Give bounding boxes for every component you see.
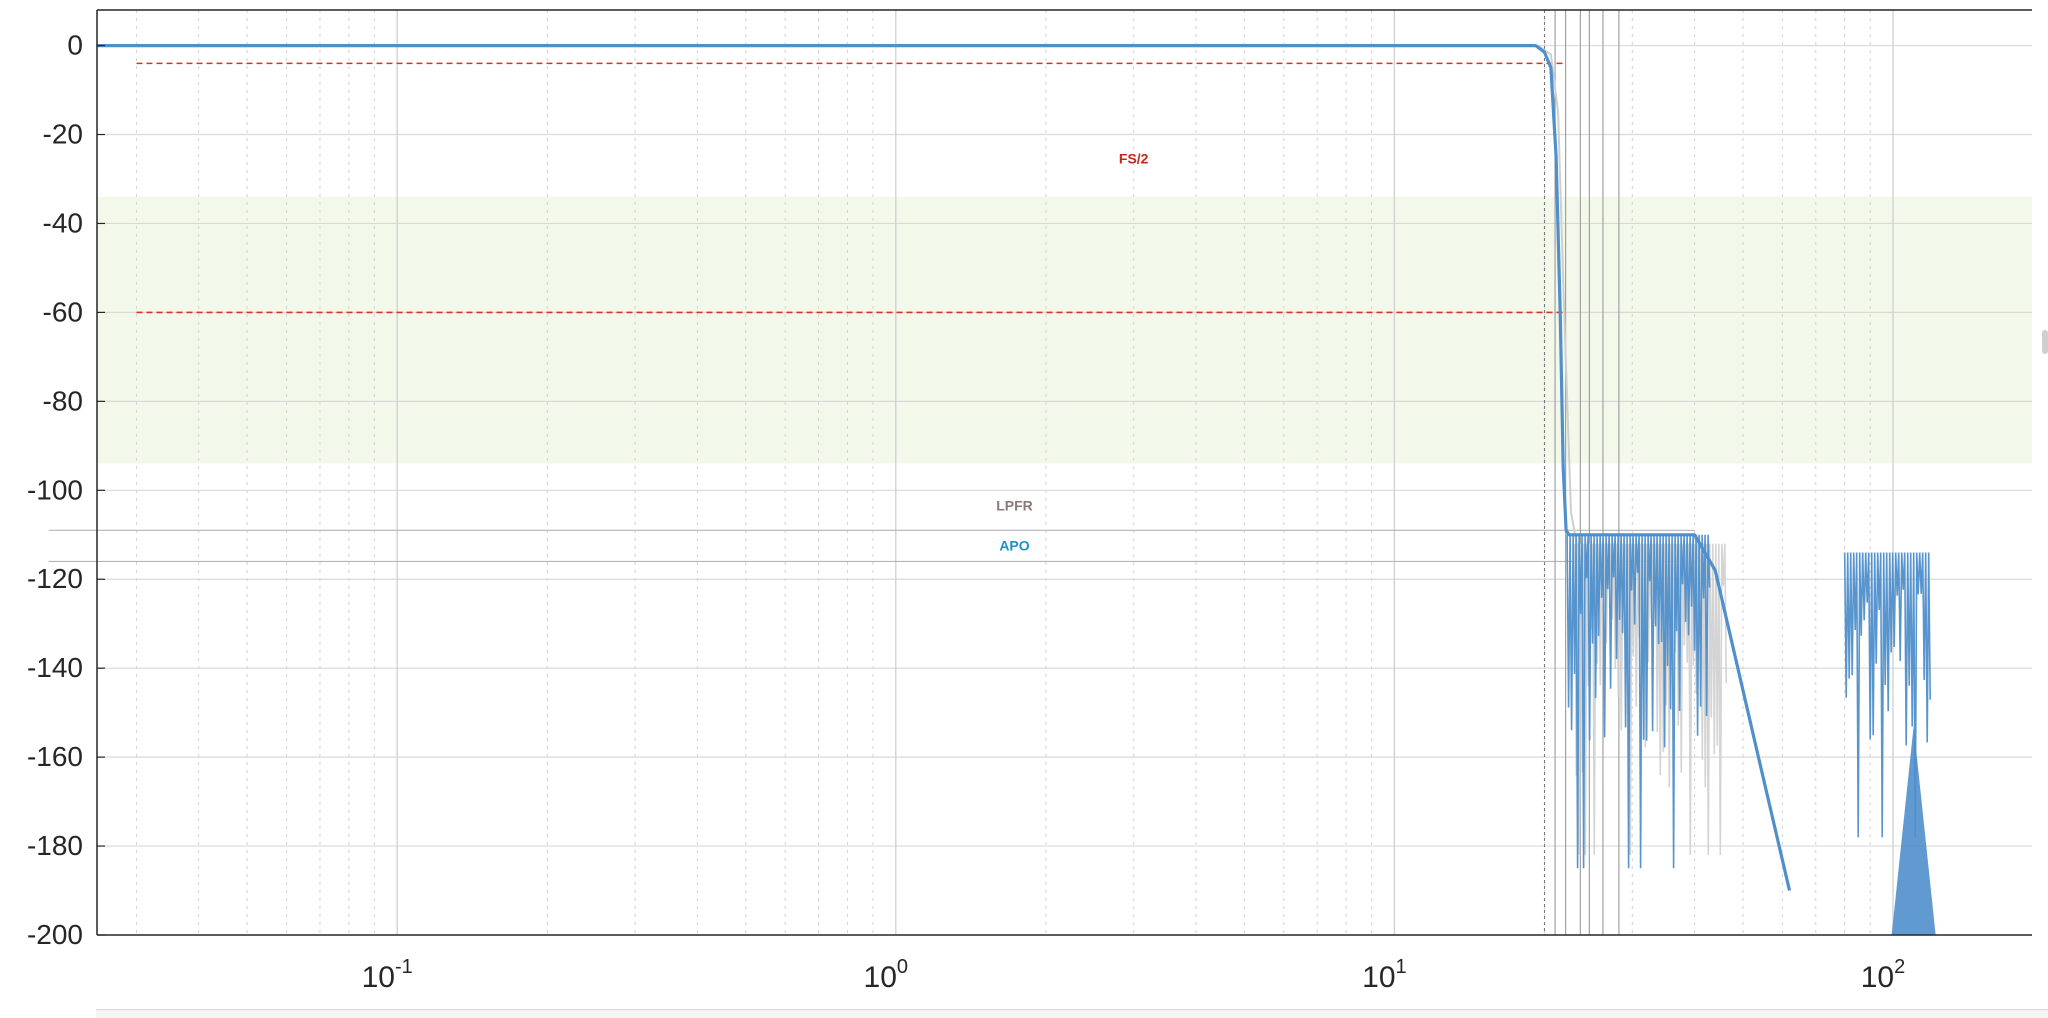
- y-tick-label: -120: [27, 563, 83, 594]
- scrollbar-handle[interactable]: [2042, 330, 2048, 354]
- x-tick-label: 100: [864, 956, 909, 994]
- y-tick-label: -20: [43, 119, 83, 150]
- x-tick-label: 101: [1362, 956, 1407, 994]
- annotation-label: FS/2: [1119, 150, 1149, 166]
- annotation-label: APO: [999, 537, 1029, 553]
- annotation-label: LPFR: [996, 497, 1033, 513]
- y-tick-label: -100: [27, 474, 83, 505]
- series-line: [97, 44, 1792, 891]
- y-tick-label: -60: [43, 296, 83, 327]
- frequency-response-chart: 0 -20 -40 -60 -80 -100 -120 -140 -160 -180 -200 10…: [27, 9, 2032, 994]
- shaded-band: [97, 196, 2032, 464]
- x-tick-label: 10-1: [362, 956, 413, 994]
- y-tick-label: -160: [27, 741, 83, 772]
- y-tick-label: -140: [27, 652, 83, 683]
- y-tick-label: 0: [67, 30, 83, 61]
- y-tick-label: -40: [43, 207, 83, 238]
- x-tick-label: 102: [1861, 956, 1906, 994]
- y-tick-label: -80: [43, 385, 83, 416]
- y-tick-label: -200: [27, 919, 83, 950]
- y-tick-label: -180: [27, 830, 83, 861]
